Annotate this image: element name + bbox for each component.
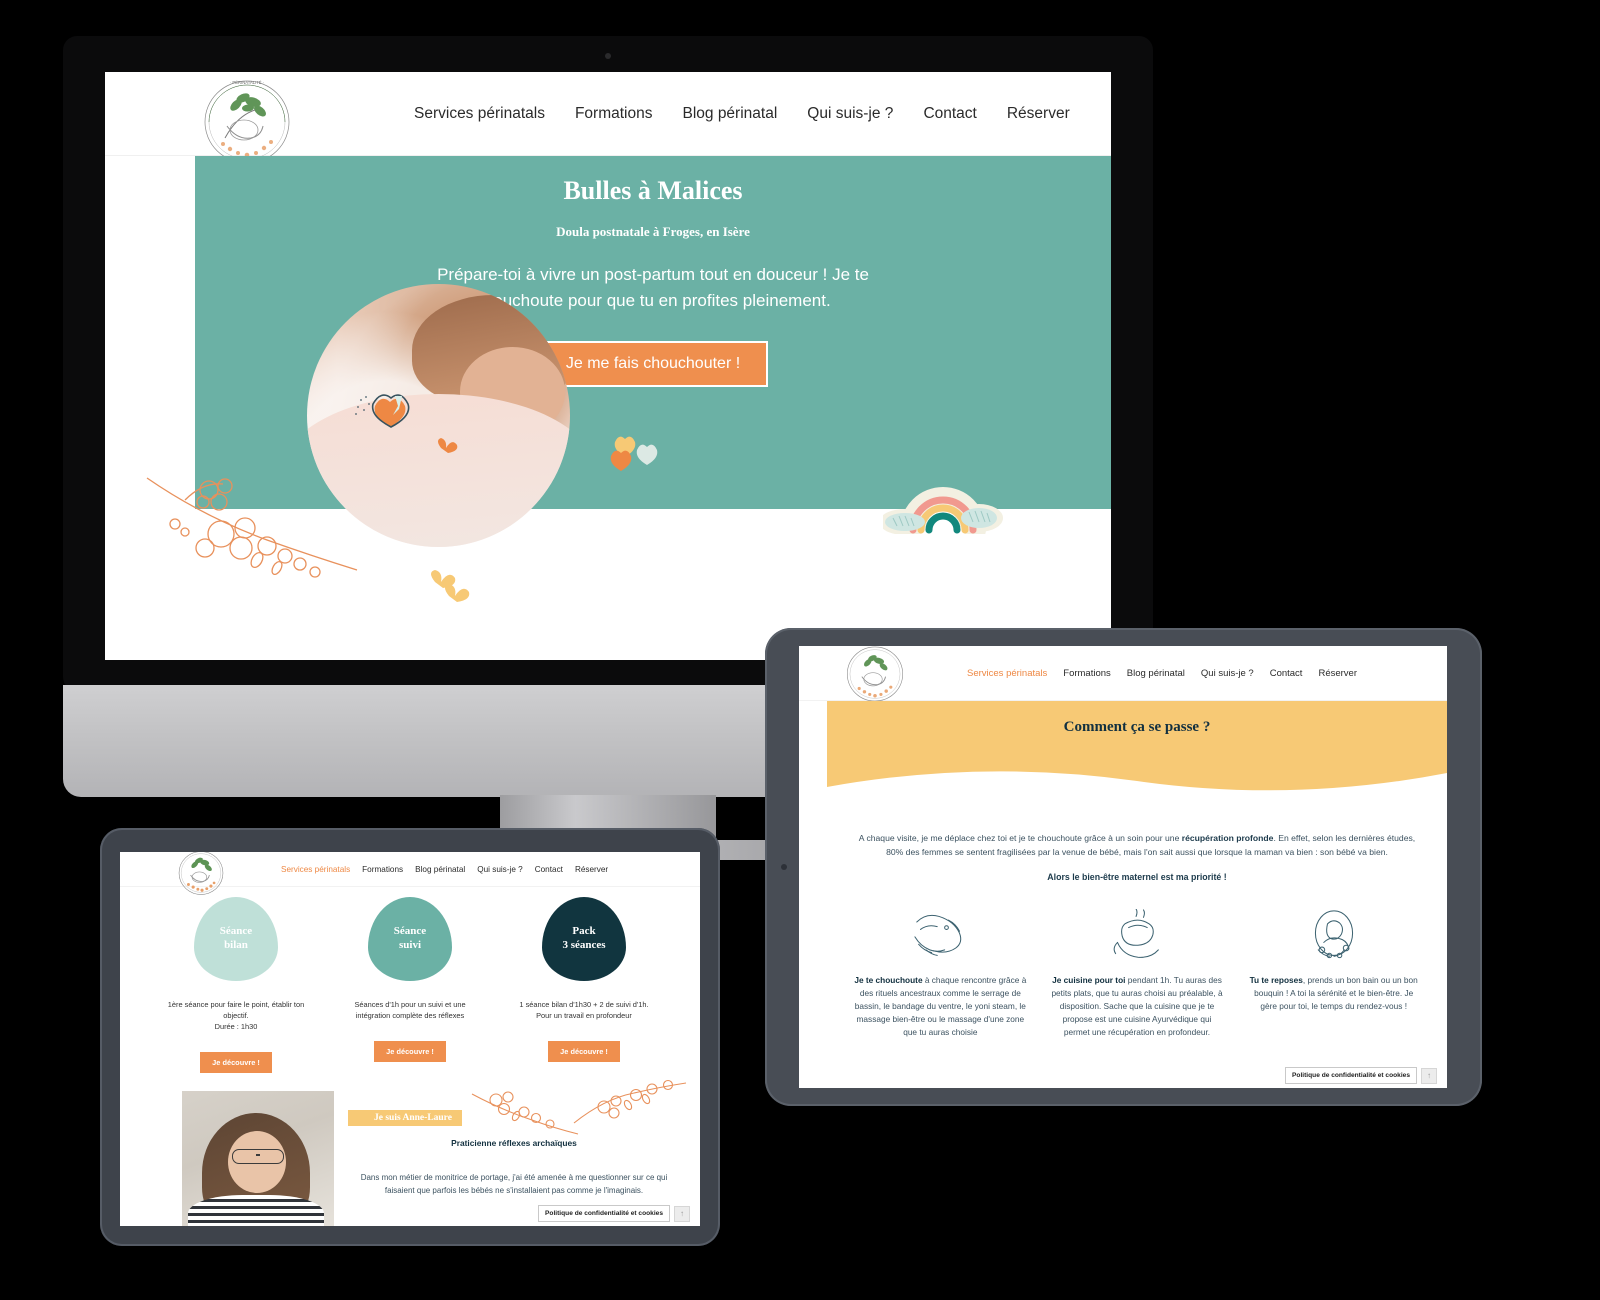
desktop-nav[interactable]: Services périnatals Formations Blog péri… — [399, 105, 1085, 123]
brand-logo[interactable]: · PÉRINATALITÉ · BULLES À MALICES — [189, 78, 305, 166]
offer-title-line2: 3 séances — [562, 939, 606, 951]
tablet-section-banner: Comment ça se passe ? — [827, 701, 1447, 807]
offer-card: Séance suivi Séances d'1h pour un suivi e… — [340, 897, 480, 1073]
intro-part1: A chaque visite, je me déplace chez toi … — [858, 833, 1182, 843]
tablet-highlight: Alors le bien-être maternel est ma prior… — [1047, 871, 1227, 882]
tablet-nav-item-5[interactable]: Réserver — [1310, 668, 1365, 679]
nav-item-3[interactable]: Qui suis-je ? — [792, 105, 908, 123]
intro-bold: récupération profonde — [1181, 833, 1274, 843]
laptop-screen: Services périnatals Formations Blog péri… — [120, 852, 700, 1226]
arrow-up-icon[interactable]: ↑ — [674, 1205, 690, 1222]
feature-text: Je te chouchoute à chaque rencontre grâc… — [853, 974, 1028, 1039]
offer-title-line2: suivi — [398, 939, 421, 951]
offer-card-dome: Séance suivi — [368, 897, 452, 981]
arrow-up-icon[interactable]: ↑ — [1421, 1067, 1437, 1084]
feature-column: Je cuisine pour toi pendant 1h. Tu auras… — [1050, 904, 1225, 1039]
nav-item-5[interactable]: Réserver — [992, 105, 1085, 123]
offer-title-line1: Séance — [393, 925, 427, 938]
mockup-canvas: · PÉRINATALITÉ · BULLES À MALICES Servic… — [0, 0, 1600, 1300]
tablet-site-header: Services périnatals Formations Blog péri… — [799, 646, 1447, 703]
feature-bold: Je cuisine pour toi — [1052, 974, 1126, 985]
hero-title: Bulles à Malices — [563, 176, 743, 205]
offer-title-line2: bilan — [224, 939, 248, 951]
heart-decor-right — [610, 436, 658, 471]
cookie-policy-button[interactable]: Politique de confidentialité et cookies — [538, 1205, 670, 1222]
offer-card-button[interactable]: Je découvre ! — [374, 1041, 446, 1063]
wave-divider — [827, 771, 1447, 807]
hand-bowl-icon — [1050, 904, 1225, 966]
about-body: Dans mon métier de monitrice de portage,… — [360, 1173, 668, 1196]
nav-item-0[interactable]: Services périnatals — [399, 105, 560, 123]
laptop-device-frame: Services périnatals Formations Blog péri… — [100, 828, 720, 1246]
feature-column: Tu te reposes, prends un bon bain ou un … — [1246, 904, 1421, 1039]
laptop-nav[interactable]: Services périnatals Formations Blog péri… — [275, 865, 614, 874]
brand-logo-laptop[interactable] — [170, 852, 232, 896]
tablet-nav-item-1[interactable]: Formations — [1055, 668, 1119, 679]
flower-branch-decor — [146, 477, 358, 578]
tablet-content: A chaque visite, je me déplace chez toi … — [799, 806, 1447, 1039]
tablet-nav-item-4[interactable]: Contact — [1262, 668, 1311, 679]
tablet-nav-item-3[interactable]: Qui suis-je ? — [1193, 668, 1262, 679]
offer-card-dome: Pack 3 séances — [542, 897, 626, 981]
laptop-cookie-bar[interactable]: Politique de confidentialité et cookies … — [538, 1205, 690, 1222]
brand-logo-tablet[interactable] — [835, 646, 915, 703]
rainbow-decor — [883, 487, 1003, 534]
offer-title-line1: Séance — [219, 925, 253, 938]
laptop-nav-item-5[interactable]: Réserver — [569, 865, 614, 874]
tablet-screen: Services périnatals Formations Blog péri… — [799, 646, 1447, 1088]
cookie-policy-button[interactable]: Politique de confidentialité et cookies — [1285, 1067, 1417, 1084]
offer-cards: Séance bilan 1ère séance pour faire le po… — [120, 887, 700, 1074]
hero-subtitle: Doula postnatale à Froges, en Isère — [556, 224, 750, 239]
offer-title-line1: Pack — [572, 925, 596, 938]
offer-card-dome: Séance bilan — [194, 897, 278, 981]
feature-text: Tu te reposes, prends un bon bain ou un … — [1246, 974, 1421, 1013]
hero-cta-button[interactable]: Je me fais chouchouter ! — [537, 341, 769, 387]
woman-resting-icon — [1246, 904, 1421, 966]
laptop-site-header: Services périnatals Formations Blog péri… — [120, 852, 700, 895]
offer-card-desc: Séances d'1h pour un suivi et une intégr… — [354, 1000, 466, 1021]
laptop-nav-item-4[interactable]: Contact — [529, 865, 569, 874]
tablet-camera-icon — [781, 864, 787, 870]
laptop-nav-item-0[interactable]: Services périnatals — [275, 865, 356, 874]
avatar — [182, 1091, 334, 1226]
nav-item-1[interactable]: Formations — [560, 105, 668, 123]
desktop-site-header: · PÉRINATALITÉ · BULLES À MALICES Servic… — [105, 72, 1111, 165]
nav-item-4[interactable]: Contact — [908, 105, 991, 123]
feature-bold: Je te chouchoute — [854, 974, 923, 985]
desktop-device-frame: · PÉRINATALITÉ · BULLES À MALICES Servic… — [63, 36, 1153, 691]
laptop-nav-item-1[interactable]: Formations — [356, 865, 409, 874]
tablet-cookie-bar[interactable]: Politique de confidentialité et cookies … — [1285, 1067, 1437, 1084]
flower-branch-decor-about — [573, 1080, 687, 1124]
tablet-features: Je te chouchoute à chaque rencontre grâc… — [853, 904, 1421, 1039]
tablet-nav[interactable]: Services périnatals Formations Blog péri… — [959, 668, 1365, 679]
tablet-section-title: Comment ça se passe ? — [1063, 719, 1211, 735]
tablet-intro-paragraph: A chaque visite, je me déplace chez toi … — [853, 832, 1421, 860]
desktop-screen: · PÉRINATALITÉ · BULLES À MALICES Servic… — [105, 72, 1111, 660]
butterfly-decor — [431, 570, 470, 602]
butterfly-decor-2 — [438, 438, 458, 453]
laptop-nav-item-3[interactable]: Qui suis-je ? — [471, 865, 529, 874]
offer-card: Pack 3 séances 1 séance bilan d'1h30 + 2 … — [514, 897, 654, 1073]
tablet-nav-item-0[interactable]: Services périnatals — [959, 668, 1055, 679]
webcam-icon — [605, 53, 611, 59]
offer-card: Séance bilan 1ère séance pour faire le po… — [166, 897, 306, 1074]
nav-item-2[interactable]: Blog périnatal — [667, 105, 792, 123]
heart-decor-left — [355, 394, 410, 428]
offer-card-desc: 1ère séance pour faire le point, établir… — [167, 1000, 305, 1032]
offer-card-button[interactable]: Je découvre ! — [200, 1052, 272, 1074]
offer-card-button[interactable]: Je découvre ! — [548, 1041, 620, 1063]
tablet-device-frame: Services périnatals Formations Blog péri… — [765, 628, 1482, 1106]
laptop-nav-item-2[interactable]: Blog périnatal — [409, 865, 471, 874]
tablet-nav-item-2[interactable]: Blog périnatal — [1119, 668, 1193, 679]
about-badge: Je suis Anne-Laure — [348, 1110, 462, 1127]
hands-baby-icon — [853, 904, 1028, 966]
svg-text:· PÉRINATALITÉ ·: · PÉRINATALITÉ · — [230, 80, 264, 85]
feature-text: Je cuisine pour toi pendant 1h. Tu auras… — [1050, 974, 1225, 1039]
feature-column: Je te chouchoute à chaque rencontre grâc… — [853, 904, 1028, 1039]
offer-card-desc: 1 séance bilan d'1h30 + 2 de suivi d'1h.… — [519, 1000, 649, 1021]
feature-bold: Tu te reposes — [1249, 974, 1303, 985]
